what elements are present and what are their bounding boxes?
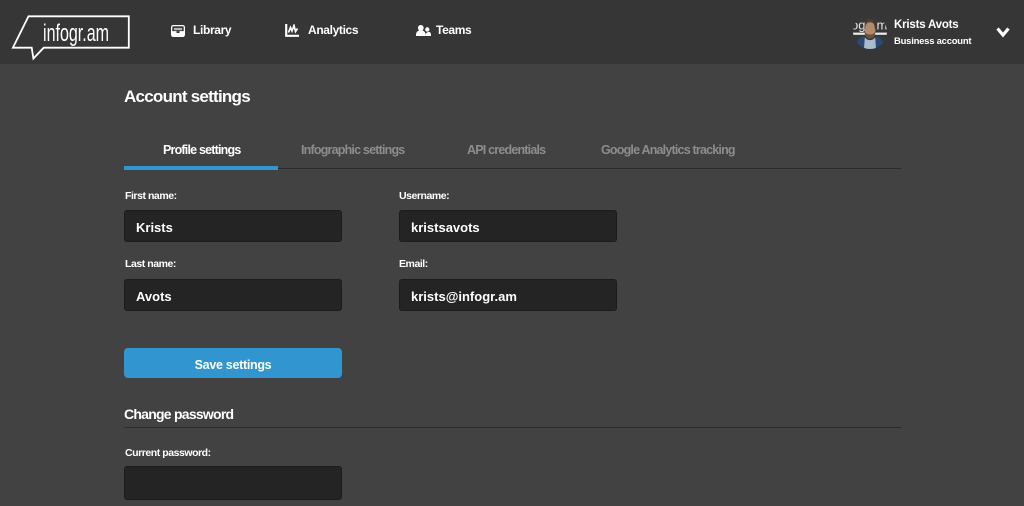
svg-text:infogr.am: infogr.am — [43, 20, 109, 47]
svg-text:og: og — [853, 18, 865, 33]
svg-text:m: m — [877, 18, 888, 33]
